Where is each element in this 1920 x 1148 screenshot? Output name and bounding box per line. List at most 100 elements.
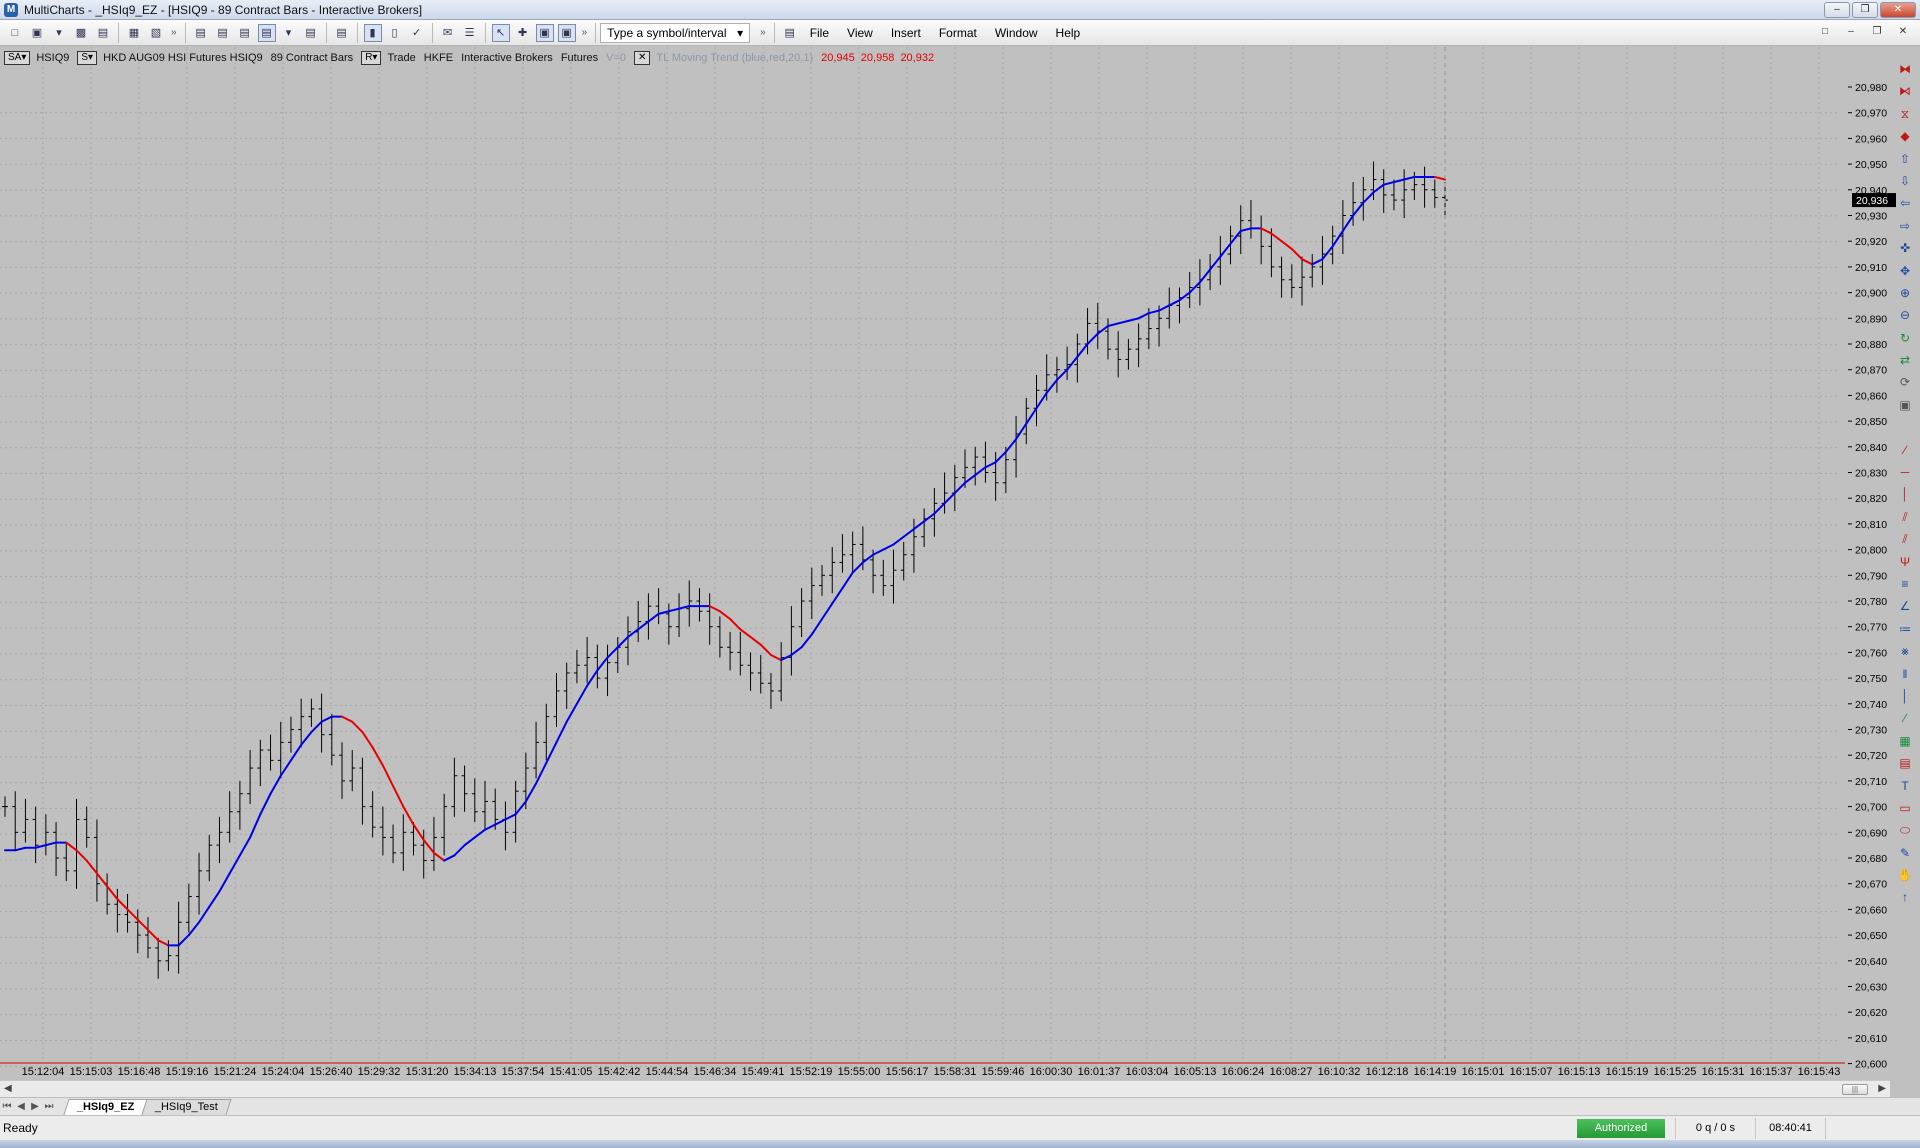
trendline-icon[interactable]: ∕ [1896, 441, 1914, 459]
bowtie-icon[interactable]: ⧓ [1896, 60, 1914, 78]
arrow-right-icon[interactable]: ⇨ [1896, 217, 1914, 235]
pointer-icon[interactable]: ↖ [491, 23, 510, 42]
new-scanner-window-icon[interactable]: ▧ [147, 24, 165, 42]
mdi-close-button[interactable]: ✕ [1892, 24, 1914, 40]
minimize-button[interactable]: – [1824, 2, 1850, 18]
text-icon[interactable]: T [1896, 777, 1914, 795]
arrow-left-icon[interactable]: ⇦ [1896, 194, 1914, 212]
horizontal-line-icon[interactable]: ─ [1896, 463, 1914, 481]
mdi-restore-button[interactable]: ❐ [1866, 24, 1888, 40]
monitor-icon[interactable]: ▣ [1896, 396, 1914, 414]
new-file-icon[interactable]: □ [6, 24, 24, 42]
horizontal-scrollbar[interactable]: ◀ ||| ▶ [0, 1080, 1890, 1097]
cycle-icon[interactable]: ⟳ [1896, 373, 1914, 391]
chevron-down-icon[interactable]: ▾ [737, 26, 743, 40]
scroll-left-icon[interactable]: ◀ [4, 1083, 12, 1094]
tab-last-icon[interactable]: ⏭ [42, 1101, 56, 1112]
menu-file[interactable]: File [801, 26, 838, 40]
mdi-detach-icon[interactable]: □ [1814, 24, 1836, 40]
new-chart-window-icon[interactable]: ▦ [125, 24, 143, 42]
chart-type-dropdown-icon[interactable]: ▾ [280, 24, 298, 42]
compare-icon[interactable]: ⇄ [1896, 351, 1914, 369]
tab-label: _HSIq9_EZ [76, 1100, 135, 1113]
settings-menu-chip[interactable]: S▾ [77, 51, 98, 65]
fibonacci-arc-icon[interactable]: ≔ [1896, 620, 1914, 638]
symbol-menu-chip[interactable]: SA▾ [4, 51, 31, 65]
crosshair-icon[interactable]: ✜ [1896, 239, 1914, 257]
toolbar-overflow-icon[interactable]: » [760, 27, 766, 38]
toolbar-overflow-icon[interactable]: » [582, 27, 588, 38]
zoom-in-icon[interactable]: ⊕ [1896, 284, 1914, 302]
refresh-icon[interactable]: ↻ [1896, 329, 1914, 347]
regression-channel-icon[interactable]: ⫽ [1896, 530, 1914, 548]
resolution-menu-chip[interactable]: R▾ [361, 51, 382, 65]
rectangle-icon[interactable]: ▭ [1896, 799, 1914, 817]
insert-indicator-icon[interactable]: ▤ [192, 24, 210, 42]
mdi-minimize-button[interactable]: – [1840, 24, 1862, 40]
close-button[interactable]: ✕ [1880, 2, 1916, 18]
fibonacci-fan-icon[interactable]: ∠ [1896, 597, 1914, 615]
arrows-in-icon[interactable]: ⧑ [1896, 82, 1914, 100]
tab-next-icon[interactable]: ▶ [28, 1101, 42, 1112]
arrow-down-icon[interactable]: ⇩ [1896, 172, 1914, 190]
cycle-lines-icon[interactable]: ‖ [1896, 665, 1914, 683]
menu-help[interactable]: Help [1047, 26, 1090, 40]
chart-type-icon[interactable]: ▤ [257, 23, 276, 42]
scroll-right-icon[interactable]: ▶ [1878, 1083, 1886, 1094]
fibonacci-retracement-icon[interactable]: ≡ [1896, 575, 1914, 593]
bar-chart-icon[interactable]: ▮ [363, 23, 382, 42]
cursor-mode-icon[interactable]: ▣ [535, 23, 554, 42]
menu-insert[interactable]: Insert [882, 26, 930, 40]
hourglass-icon[interactable]: ⧖ [1896, 105, 1914, 123]
hand-icon[interactable]: ✋ [1896, 866, 1914, 884]
tab-prev-icon[interactable]: ◀ [14, 1101, 28, 1112]
script-icon[interactable]: ☰ [461, 24, 479, 42]
moving-trend-segment [126, 908, 139, 921]
checkmark-icon[interactable]: ✓ [408, 24, 426, 42]
toolbar-overflow-icon[interactable]: » [171, 27, 177, 38]
format-symbol-icon[interactable]: ▤ [302, 24, 320, 42]
drag-mode-icon[interactable]: ▣ [557, 23, 576, 42]
vertical-line-icon[interactable]: │ [1896, 485, 1914, 503]
candlestick-icon[interactable]: ▯ [386, 24, 404, 42]
arrow-marker-icon[interactable]: ↑ [1896, 888, 1914, 906]
ellipse-icon[interactable]: ⬭ [1896, 821, 1914, 839]
speed-lines-icon[interactable]: ∕ [1896, 709, 1914, 727]
menu-view[interactable]: View [838, 26, 882, 40]
arrow-up-icon[interactable]: ⇧ [1896, 150, 1914, 168]
price-chart[interactable]: 15:12:04 15:15:03 15:16:48 15:19:16 15:21:24… [0, 47, 1847, 1093]
document-menu-icon[interactable]: ▤ [781, 24, 799, 42]
price-axis[interactable]: 20,98020,97020,96020,95020,94020,93020,9… [1848, 47, 1896, 1082]
data-window-icon[interactable]: ▤ [333, 24, 351, 42]
menu-window[interactable]: Window [986, 26, 1047, 40]
save-icon[interactable]: ▩ [72, 24, 90, 42]
insert-strategy-icon[interactable]: ▤ [214, 24, 232, 42]
tab-first-icon[interactable]: ⏮ [0, 1101, 14, 1112]
parallel-channel-icon[interactable]: ⫽ [1896, 508, 1914, 526]
time-zones-icon[interactable]: │ [1896, 687, 1914, 705]
chart-canvas[interactable]: 15:12:04 15:15:03 15:16:48 15:19:16 15:21:24… [0, 47, 1847, 1093]
gann-fan-icon[interactable]: ⨳ [1896, 642, 1914, 660]
tab-hsiq9-test[interactable]: _HSIq9_Test [141, 1098, 233, 1115]
restore-button[interactable]: ❐ [1852, 2, 1878, 18]
text-box-icon[interactable]: ▤ [1896, 754, 1914, 772]
menu-format[interactable]: Format [930, 26, 986, 40]
move-icon[interactable]: ✥ [1896, 262, 1914, 280]
dropdown-arrow-icon[interactable]: ▾ [50, 24, 68, 42]
zoom-out-icon[interactable]: ⊖ [1896, 306, 1914, 324]
crosshair-cursor-icon[interactable]: ✚ [514, 24, 532, 42]
print-icon[interactable]: ▤ [94, 24, 112, 42]
pitchfork-icon[interactable]: Ψ [1896, 553, 1914, 571]
indicator-close-icon[interactable]: ✕ [634, 51, 651, 65]
grid-icon[interactable]: ▦ [1896, 732, 1914, 750]
bar-resolution: 89 Contract Bars [270, 52, 354, 64]
comment-icon[interactable]: ✉ [439, 24, 457, 42]
diamond-icon[interactable]: ◆ [1896, 127, 1914, 145]
symbol-interval-input[interactable]: Type a symbol/interval ▾ [600, 22, 751, 43]
open-folder-icon[interactable]: ▣ [28, 24, 46, 42]
moving-trend-segment [95, 872, 109, 888]
insert-drawing-icon[interactable]: ▤ [236, 24, 254, 42]
scrollbar-thumb[interactable]: ||| [1842, 1084, 1868, 1095]
tab-hsiq9-ez[interactable]: _HSIq9_EZ [63, 1098, 149, 1115]
pencil-icon[interactable]: ✎ [1896, 844, 1914, 862]
